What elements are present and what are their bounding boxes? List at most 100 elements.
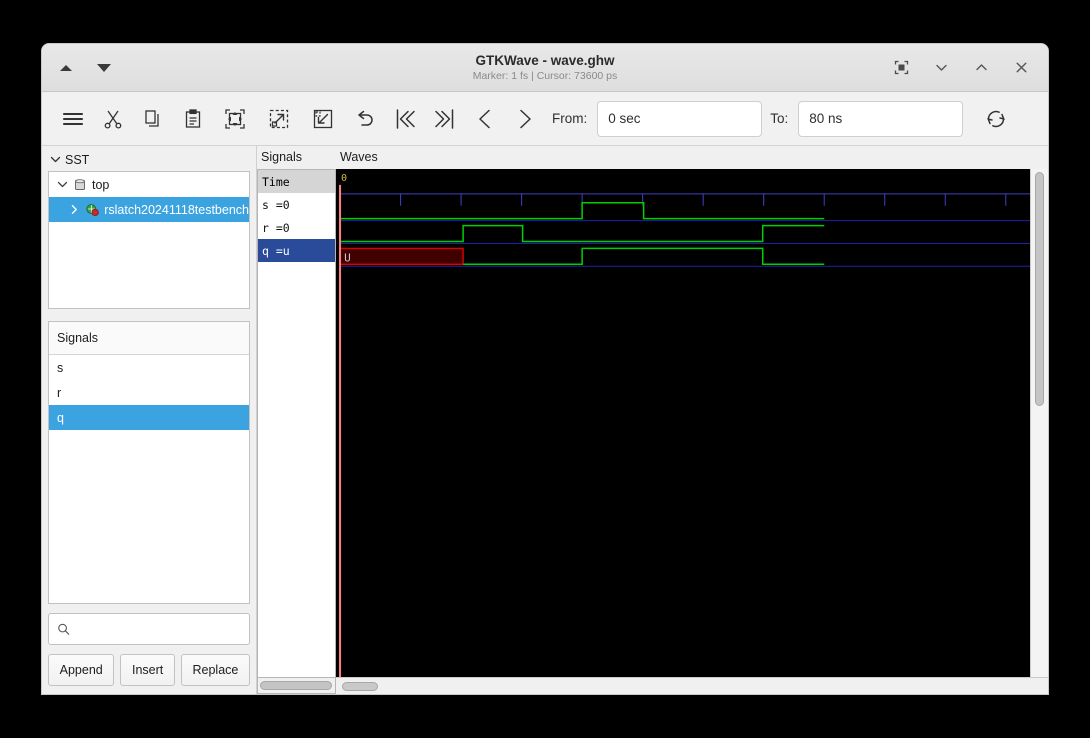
- signal-action-buttons: Append Insert Replace: [48, 654, 250, 686]
- signal-name: r: [57, 385, 62, 400]
- triangle-down-icon: [97, 63, 111, 72]
- nav-down-button[interactable]: [94, 58, 114, 78]
- search-icon: [58, 623, 70, 635]
- fullscreen-button[interactable]: [888, 55, 914, 81]
- list-item[interactable]: q: [49, 405, 249, 430]
- wave-row-q[interactable]: q =u: [258, 239, 335, 262]
- signals-panel-header: Signals: [49, 322, 249, 355]
- tree-item-label: rslatch20241118testbench: [104, 202, 249, 217]
- prev-edge-icon: [479, 109, 490, 128]
- tree-item-label: top: [92, 177, 110, 192]
- reload-icon: [987, 110, 1006, 127]
- tree-item-rslatch-testbench[interactable]: rslatch20241118testbench: [49, 197, 249, 222]
- zoom-out-button[interactable]: [302, 100, 344, 138]
- chevron-down-icon: [935, 64, 947, 71]
- wave-row-s[interactable]: s =0: [258, 193, 335, 216]
- zoom-in-icon: [269, 109, 289, 128]
- tree-item-top[interactable]: top: [49, 172, 249, 197]
- goto-end-button[interactable]: [426, 100, 464, 138]
- chevron-right-icon: [71, 204, 77, 215]
- title-bar-left-controls: [42, 58, 114, 78]
- sst-tree[interactable]: top rslatch20241118testbench: [48, 171, 250, 309]
- replace-button[interactable]: Replace: [180, 654, 250, 686]
- window-subtitle-marker-cursor: Marker: 1 fs | Cursor: 73600 ps: [472, 70, 618, 82]
- left-sidebar: SST top rslatch20241118testbench Signals…: [42, 146, 256, 694]
- chevron-up-icon: [975, 64, 987, 71]
- waves-main-area: 0U: [336, 168, 1048, 677]
- signal-name-rows[interactable]: Time s =0 r =0 q =u: [257, 169, 336, 677]
- chevron-down-icon: [50, 156, 61, 163]
- zoom-in-button[interactable]: [258, 100, 300, 138]
- main-toolbar: From: To:: [42, 92, 1048, 146]
- svg-text:0: 0: [341, 173, 347, 184]
- list-item[interactable]: r: [49, 380, 249, 405]
- prev-edge-button[interactable]: [466, 100, 504, 138]
- from-input[interactable]: [597, 100, 763, 137]
- close-button[interactable]: [1008, 55, 1034, 81]
- menu-button[interactable]: [54, 100, 92, 138]
- signals-column-title: Signals: [261, 150, 302, 164]
- waves-column: Waves 0U: [336, 146, 1048, 694]
- search-input[interactable]: [76, 621, 241, 637]
- zoom-fit-button[interactable]: [214, 100, 256, 138]
- waves-horizontal-scrollbar[interactable]: [336, 677, 1048, 694]
- close-icon: [1016, 62, 1026, 73]
- paste-icon: [185, 108, 201, 128]
- signals-list[interactable]: s r q: [49, 355, 249, 603]
- paste-button[interactable]: [174, 100, 212, 138]
- testbench-icon: [86, 204, 99, 217]
- zoom-fit-icon: [225, 108, 245, 129]
- waves-vertical-scrollbar[interactable]: [1030, 168, 1048, 677]
- cut-icon: [104, 110, 122, 129]
- next-edge-button[interactable]: [506, 100, 544, 138]
- gtkwave-window: GTKWave - wave.ghw Marker: 1 fs | Cursor…: [42, 44, 1048, 694]
- wave-row-time: Time: [258, 170, 335, 193]
- nav-up-button[interactable]: [56, 58, 76, 78]
- reload-button[interactable]: [977, 100, 1015, 138]
- sst-header[interactable]: SST: [48, 150, 250, 169]
- signal-name: q: [57, 410, 64, 425]
- signal-name: s: [57, 360, 64, 375]
- waves-column-title: Waves: [340, 150, 378, 164]
- window-controls: [888, 55, 1048, 81]
- chevron-down-icon: [57, 181, 68, 188]
- title-bar: GTKWave - wave.ghw Marker: 1 fs | Cursor…: [42, 44, 1048, 92]
- insert-button[interactable]: Insert: [120, 654, 175, 686]
- sst-label: SST: [65, 152, 90, 167]
- signals-panel: Signals s r q: [48, 321, 250, 604]
- to-input[interactable]: [798, 100, 964, 137]
- scrollbar-thumb[interactable]: [342, 681, 378, 691]
- fullscreen-icon: [894, 60, 908, 75]
- next-edge-icon: [520, 109, 531, 128]
- wave-signal-names-column: Signals Time s =0 r =0 q =u: [256, 146, 336, 694]
- maximize-button[interactable]: [968, 55, 994, 81]
- names-horizontal-scrollbar[interactable]: [257, 677, 336, 694]
- append-button[interactable]: Append: [48, 654, 115, 686]
- svg-text:U: U: [344, 251, 351, 264]
- waveform-background: [336, 168, 1030, 677]
- scrollbar-thumb[interactable]: [260, 681, 332, 690]
- cut-button[interactable]: [94, 100, 132, 138]
- module-icon: [75, 178, 85, 190]
- wave-row-r[interactable]: r =0: [258, 216, 335, 239]
- copy-button[interactable]: [134, 100, 172, 138]
- window-title: GTKWave - wave.ghw: [475, 53, 615, 68]
- menu-icon: [62, 112, 84, 125]
- undo-button[interactable]: [346, 100, 384, 138]
- list-item[interactable]: s: [49, 355, 249, 380]
- goto-start-icon: [396, 108, 415, 129]
- triangle-up-icon: [60, 64, 72, 71]
- waveform-canvas[interactable]: 0U: [336, 168, 1030, 677]
- minimize-button[interactable]: [928, 55, 954, 81]
- goto-end-icon: [435, 108, 454, 129]
- to-label: To:: [770, 111, 789, 126]
- from-label: From:: [552, 111, 588, 126]
- search-box[interactable]: [48, 613, 250, 645]
- waveform-svg: 0U: [336, 168, 1030, 677]
- scrollbar-thumb[interactable]: [1035, 171, 1044, 406]
- zoom-out-icon: [313, 109, 333, 128]
- window-body: SST top rslatch20241118testbench Signals…: [42, 146, 1048, 694]
- goto-start-button[interactable]: [386, 100, 424, 138]
- copy-icon: [145, 109, 159, 127]
- undo-icon: [358, 110, 373, 126]
